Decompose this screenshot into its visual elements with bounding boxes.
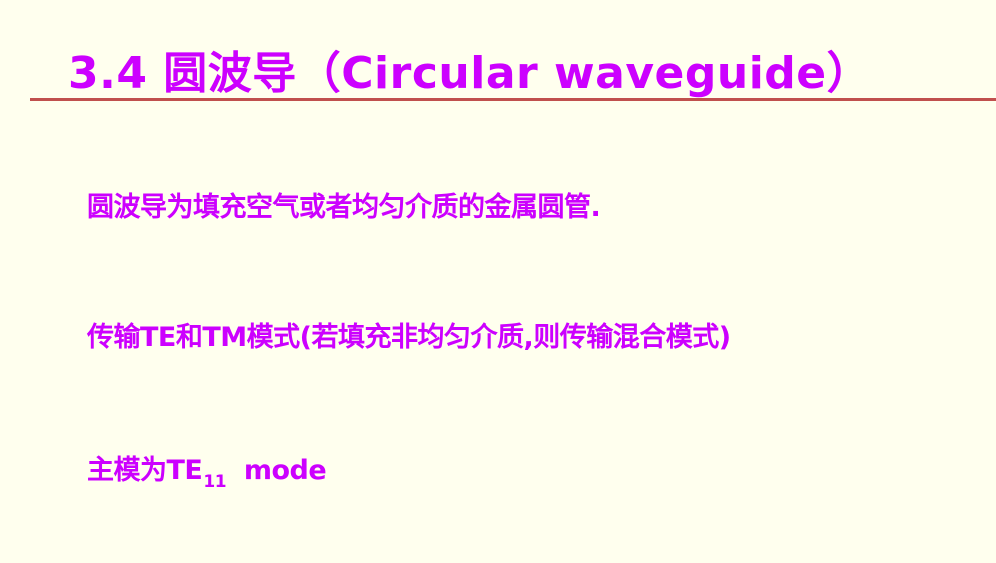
bullet-circular-waveguide-definition: 圆波导为填充空气或者均匀介质的金属圆管. <box>87 192 601 223</box>
title-underline <box>30 98 996 101</box>
dominant-mode-suffix: mode <box>243 455 327 486</box>
dominant-mode-prefix: 主模为TE <box>87 455 203 486</box>
bullet-supported-modes: 传输TE和TM模式(若填充非均匀介质,则传输混合模式) <box>87 322 731 353</box>
slide: { "colors": { "background": "#FFFFEE", "… <box>0 0 996 563</box>
bullet-dominant-mode: 主模为TE11 mode <box>87 454 327 491</box>
slide-title: 3.4 圆波导（Circular waveguide） <box>68 48 872 99</box>
mode-index-subscript: 11 <box>203 472 227 492</box>
